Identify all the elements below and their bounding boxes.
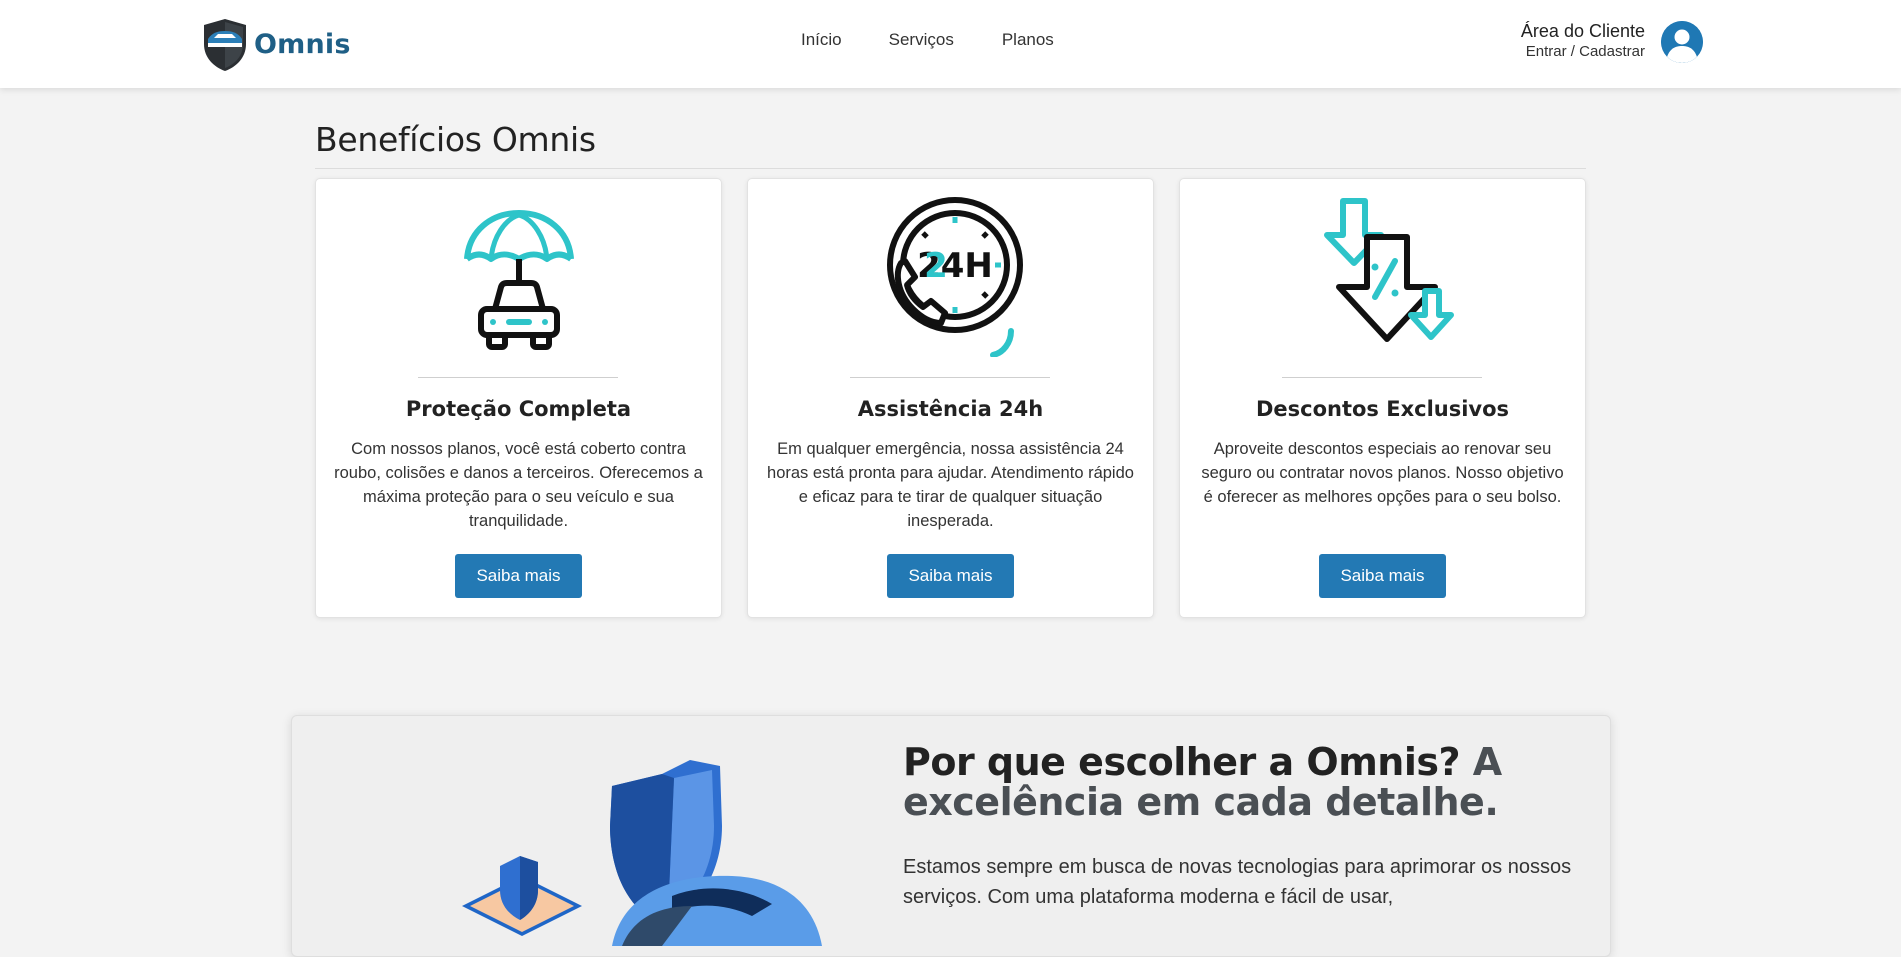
card-divider bbox=[1282, 377, 1482, 378]
card-description: Aproveite descontos especiais ao renovar… bbox=[1201, 440, 1564, 506]
client-area-link[interactable]: Área do Cliente Entrar / Cadastrar bbox=[1521, 20, 1645, 61]
saiba-mais-button[interactable]: Saiba mais bbox=[887, 554, 1014, 598]
nav-link-servicos[interactable]: Serviços bbox=[889, 30, 954, 50]
user-avatar-icon[interactable] bbox=[1661, 21, 1703, 63]
shield-car-logo-icon bbox=[204, 19, 246, 71]
why-heading: Por que escolher a Omnis? A excelência e… bbox=[903, 742, 1583, 822]
phone-24h-icon: 24H 2 bbox=[886, 197, 1023, 357]
why-heading-main: Por que escolher a Omnis? bbox=[903, 740, 1461, 784]
card-title: Assistência 24h bbox=[857, 397, 1044, 421]
card-description: Em qualquer emergência, nossa assistênci… bbox=[767, 440, 1134, 530]
benefits-title-divider bbox=[315, 168, 1586, 169]
saiba-mais-button[interactable]: Saiba mais bbox=[455, 554, 582, 598]
benefit-card-protecao: Proteção Completa Com nossos planos, voc… bbox=[315, 178, 722, 618]
main-nav: Início Serviços Planos bbox=[801, 30, 1054, 50]
nav-link-inicio[interactable]: Início bbox=[801, 30, 842, 50]
umbrella-car-icon bbox=[463, 210, 574, 350]
brand-name: Omnis bbox=[254, 28, 351, 60]
client-area-login-link[interactable]: Entrar / Cadastrar bbox=[1521, 42, 1645, 61]
card-description: Com nossos planos, você está coberto con… bbox=[334, 440, 703, 530]
saiba-mais-button[interactable]: Saiba mais bbox=[1319, 554, 1446, 598]
client-area-title: Área do Cliente bbox=[1520, 21, 1645, 41]
discount-arrows-icon bbox=[1323, 198, 1454, 342]
nav-link-planos[interactable]: Planos bbox=[1002, 30, 1054, 50]
card-divider bbox=[418, 377, 618, 378]
why-omnis-section: Por que escolher a Omnis? A excelência e… bbox=[291, 715, 1611, 957]
svg-text:2: 2 bbox=[924, 246, 948, 286]
card-title: Descontos Exclusivos bbox=[1255, 397, 1510, 421]
site-header: Omnis Início Serviços Planos Área do Cli… bbox=[0, 0, 1901, 88]
car-shield-illustration bbox=[462, 760, 822, 946]
card-title: Proteção Completa bbox=[405, 397, 632, 421]
benefits-title: Benefícios Omnis bbox=[315, 120, 596, 159]
benefit-card-descontos: Descontos Exclusivos Aproveite descontos… bbox=[1179, 178, 1586, 618]
card-divider bbox=[850, 377, 1050, 378]
benefits-cards: Proteção Completa Com nossos planos, voc… bbox=[315, 178, 1586, 618]
benefit-card-assistencia: 24H 2 Assistência 24h Em qualquer emergê… bbox=[747, 178, 1154, 618]
brand-logo-link[interactable]: Omnis bbox=[200, 16, 351, 72]
why-description: Estamos sempre em busca de novas tecnolo… bbox=[903, 856, 1572, 908]
